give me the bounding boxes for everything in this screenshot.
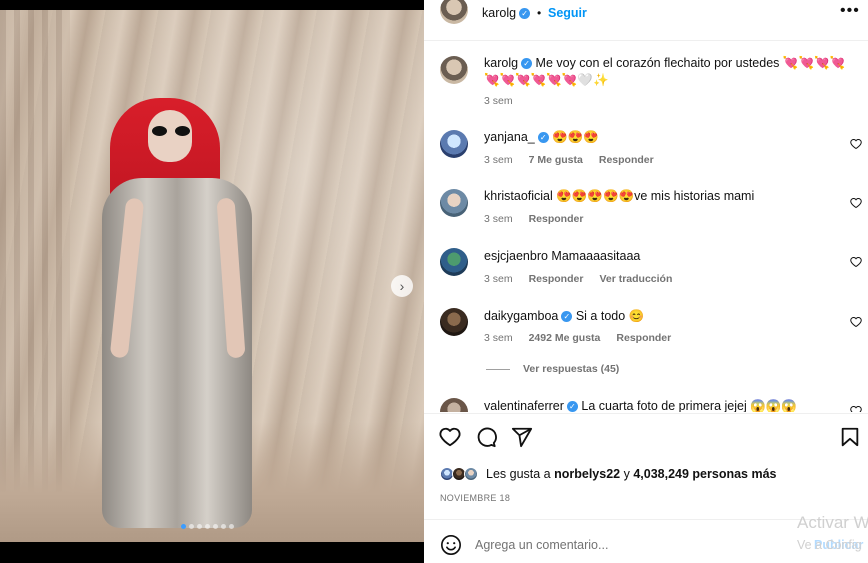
comment-avatar[interactable] [440,248,468,276]
comment-avatar[interactable] [440,130,468,158]
more-options-icon[interactable]: ••• [840,2,860,20]
likes-text: Les gusta a norbelys22 y 4,038,249 perso… [486,467,776,481]
comment-likes[interactable]: 2492 Me gusta [529,332,601,344]
comment-meta: 3 sem Responder [484,213,583,225]
like-comment-icon[interactable] [850,405,862,412]
comment-text: 😍😍😍😍😍ve mis historias mami [556,189,755,203]
comment-clip: valentinaferrer ✓ La cuarta foto de prime… [424,390,868,412]
caption: karolg ✓ Me voy con el corazón flechaito … [484,55,854,89]
carousel-indicator [181,524,234,529]
post-date[interactable]: NOVIEMBRE 18 [440,493,510,503]
carousel-dot [181,524,186,529]
comment-text: Mamaaaasitaaa [551,249,641,263]
activation-watermark: Activar W [797,513,868,532]
comment-time[interactable]: 3 sem [484,154,513,166]
verified-icon: ✓ [561,311,573,323]
reply-button[interactable]: Responder [529,273,584,285]
reply-button[interactable]: Responder [599,154,654,166]
likes-user[interactable]: norbelys22 [554,467,620,481]
like-comment-icon[interactable] [850,316,862,328]
header-divider [424,40,868,41]
liker-avatars[interactable] [440,465,486,483]
figure-sunglasses [152,126,190,136]
instagram-post-view: › karolg ✓ • Seguir ••• karolg ✓ Me voy co… [0,0,868,563]
likes-middle: y [620,467,634,481]
post-side-panel: karolg ✓ • Seguir ••• karolg ✓ Me voy con … [424,0,868,563]
comment-time[interactable]: 3 sem [484,273,513,285]
comment-text: 😍😍😍 [552,130,599,144]
like-comment-icon[interactable] [850,256,862,268]
likes-count[interactable]: 4,038,249 personas más [633,467,776,481]
author-username-header[interactable]: karolg ✓ [482,6,531,20]
comment-username[interactable]: daikygamboa [484,309,558,323]
reply-button[interactable]: Responder [529,213,584,225]
carousel-dot [229,524,234,529]
figure-face [148,110,192,162]
comment-meta: 3 sem Responder Ver traducción [484,273,672,285]
view-replies-button[interactable]: Ver respuestas (45) [523,363,619,375]
comment-username[interactable]: valentinaferrer [484,399,564,412]
liker-avatar [464,467,478,481]
like-comment-icon[interactable] [850,138,862,150]
translate-button[interactable]: Ver traducción [599,273,672,285]
comment-body: khristaoficial 😍😍😍😍😍ve mis historias mam… [484,188,824,205]
comment-input[interactable] [475,536,775,554]
verified-icon: ✓ [519,8,531,20]
verified-icon: ✓ [537,132,549,144]
like-icon[interactable] [439,426,461,448]
author-avatar[interactable] [440,0,468,24]
carousel-next-button[interactable]: › [391,275,413,297]
actions-divider [424,413,868,414]
caption-avatar[interactable] [440,56,468,84]
comment-time[interactable]: 3 sem [484,213,513,225]
comment-username[interactable]: khristaoficial [484,189,553,203]
comment-text: Si a todo 😊 [575,309,645,323]
carousel-dot [213,524,218,529]
comment-body: yanjana_ ✓ 😍😍😍 [484,129,824,146]
reply-button[interactable]: Responder [616,332,671,344]
comment-body: esjcjaenbro Mamaaaasitaaa [484,248,824,265]
caption-meta: 3 sem [484,95,513,107]
comment-likes[interactable]: 7 Me gusta [529,154,583,166]
save-bookmark-icon[interactable] [839,426,861,448]
comment-body: valentinaferrer ✓ La cuarta foto de prime… [484,398,824,412]
like-comment-icon[interactable] [850,197,862,209]
caption-text: Me voy con el corazón flechaito por uste… [484,56,846,87]
comment-username[interactable]: esjcjaenbro [484,249,548,263]
emoji-icon[interactable] [440,534,462,556]
header-separator: • [537,6,542,20]
replies-line [486,369,510,370]
comment-time[interactable]: 3 sem [484,332,513,344]
follow-button[interactable]: Seguir [548,6,587,20]
comment-avatar[interactable] [440,308,468,336]
comment-body: daikygamboa ✓ Si a todo 😊 [484,308,824,325]
carousel-dot [189,524,194,529]
comment-icon[interactable] [475,426,497,448]
verified-icon: ✓ [521,58,533,70]
author-name[interactable]: karolg [482,6,516,20]
comment-avatar[interactable] [440,398,468,412]
likes-prefix: Les gusta a [486,467,555,481]
verified-icon: ✓ [566,401,578,412]
carousel-dot [221,524,226,529]
activation-watermark-sub: Ve a Config [797,538,862,552]
share-icon[interactable] [511,426,533,448]
carousel-dot [205,524,210,529]
likes-summary: Les gusta a norbelys22 y 4,038,249 perso… [440,465,776,483]
comment-username[interactable]: yanjana_ [484,130,535,144]
comment-meta: 3 sem 2492 Me gusta Responder [484,332,671,344]
photo-figure [92,98,262,538]
post-photo[interactable]: › [0,10,424,542]
carousel-dot [197,524,202,529]
caption-username[interactable]: karolg [484,56,518,70]
comment-avatar[interactable] [440,189,468,217]
comment-text: La cuarta foto de primera jejej 😱😱😱 [581,399,797,412]
comment-meta: 3 sem 7 Me gusta Responder [484,154,654,166]
post-actions [424,426,868,452]
caption-time[interactable]: 3 sem [484,95,513,107]
